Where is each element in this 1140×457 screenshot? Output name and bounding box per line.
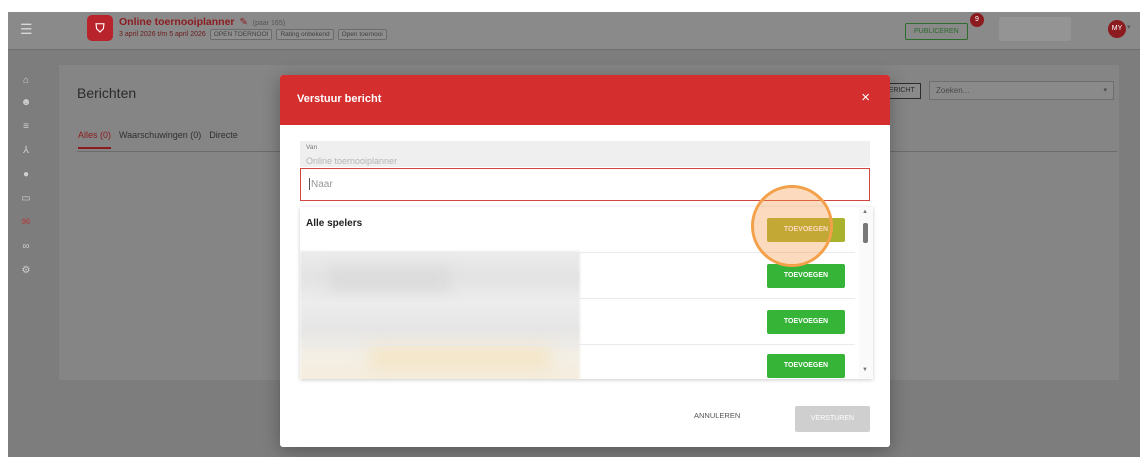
to-placeholder: Naar [311,179,333,190]
recipient-name: Alle spelers [306,218,363,229]
scrollbar[interactable]: ▲ ▼ [859,207,873,379]
status-badge: OPEN TOERNOOI [209,29,273,40]
from-label: Van [306,144,318,151]
notification-badge[interactable]: 9 [970,13,984,27]
close-icon[interactable]: × [861,89,870,106]
scrollbar-thumb[interactable] [863,223,868,243]
scroll-up-icon[interactable]: ▲ [862,209,868,215]
mail-icon[interactable]: ✉ [20,217,32,229]
gear-icon[interactable]: ⚙ [20,265,32,277]
instruction-banner [0,0,1140,12]
monitor-icon[interactable]: ▭ [20,193,32,205]
tab-warnings[interactable]: Waarschuwingen (0) [119,130,201,149]
cancel-button[interactable]: ANNULEREN [694,411,740,420]
tab-direct[interactable]: Directe [209,130,238,149]
to-field[interactable]: Naar [300,168,870,201]
rating-badge: Rating onbekend [276,29,334,40]
hierarchy-icon[interactable]: ⅄ [20,145,32,157]
page-title: Berichten [77,85,137,101]
list-item[interactable]: TOEVOEGEN [300,345,855,379]
home-icon[interactable]: ⌂ [20,75,32,87]
dialog-title: Verstuur bericht [297,93,382,105]
chevron-down-icon[interactable]: ▾ [1103,82,1107,99]
app-window: ☰ ⛉ Online toernooiplanner ✎ (paar 165) … [8,12,1140,457]
user-name-box[interactable] [999,17,1071,41]
tournament-name: Online toernooiplanner [119,16,235,28]
list-item[interactable]: TOEVOEGEN [300,299,855,345]
from-field: Van Online toernooiplanner [300,141,870,167]
search-placeholder: Zoeken... [936,86,970,95]
shield-icon: ⛉ [87,15,113,41]
globe-icon[interactable]: ● [20,169,32,181]
text-cursor [309,178,310,191]
list-item[interactable]: Alle spelers TOEVOEGEN [300,207,855,253]
hamburger-icon[interactable]: ☰ [20,22,34,36]
add-recipient-button[interactable]: TOEVOEGEN [767,264,845,288]
scroll-down-icon[interactable]: ▼ [862,367,868,373]
link-icon[interactable]: ∞ [20,241,32,253]
list-icon[interactable]: ≡ [20,121,32,133]
tournament-suffix: (paar 165) [252,20,286,27]
send-message-dialog: Verstuur bericht × Van Online toernooipl… [280,75,890,447]
dialog-header: Verstuur bericht × [280,75,890,125]
add-recipient-button[interactable]: TOEVOEGEN [767,218,845,242]
tab-all[interactable]: Alles (0) [78,130,112,149]
publish-button[interactable]: PUBLICEREN [905,23,968,40]
list-item[interactable]: TOEVOEGEN [300,253,855,299]
send-button[interactable]: VERSTUREN [795,406,870,432]
type-badge: Open toernooi [337,29,387,40]
sidebar: ⌂ ☻ ≡ ⅄ ● ▭ ✉ ∞ ⚙ [8,51,44,457]
chevron-down-icon[interactable]: ▾ [1127,23,1131,31]
search-input[interactable]: Zoeken... ▾ [929,81,1114,100]
recipient-dropdown: Alle spelers TOEVOEGEN TOEVOEGEN TOEVOEG… [300,207,873,379]
tournament-meta: 3 april 2026 t/m 5 april 2026 OPEN TOERN… [119,29,387,40]
add-recipient-button[interactable]: TOEVOEGEN [767,310,845,334]
add-recipient-button[interactable]: TOEVOEGEN [767,354,845,378]
message-tabs: Alles (0) Waarschuwingen (0) Directe [78,130,238,149]
from-value: Online toernooiplanner [306,156,398,166]
users-icon[interactable]: ☻ [20,97,32,109]
tournament-title: Online toernooiplanner ✎ (paar 165) [119,16,285,28]
edit-icon[interactable]: ✎ [239,17,247,28]
avatar[interactable]: MY [1108,20,1126,38]
top-header: ☰ ⛉ Online toernooiplanner ✎ (paar 165) … [8,12,1140,50]
tournament-dates: 3 april 2026 t/m 5 april 2026 [119,31,206,38]
